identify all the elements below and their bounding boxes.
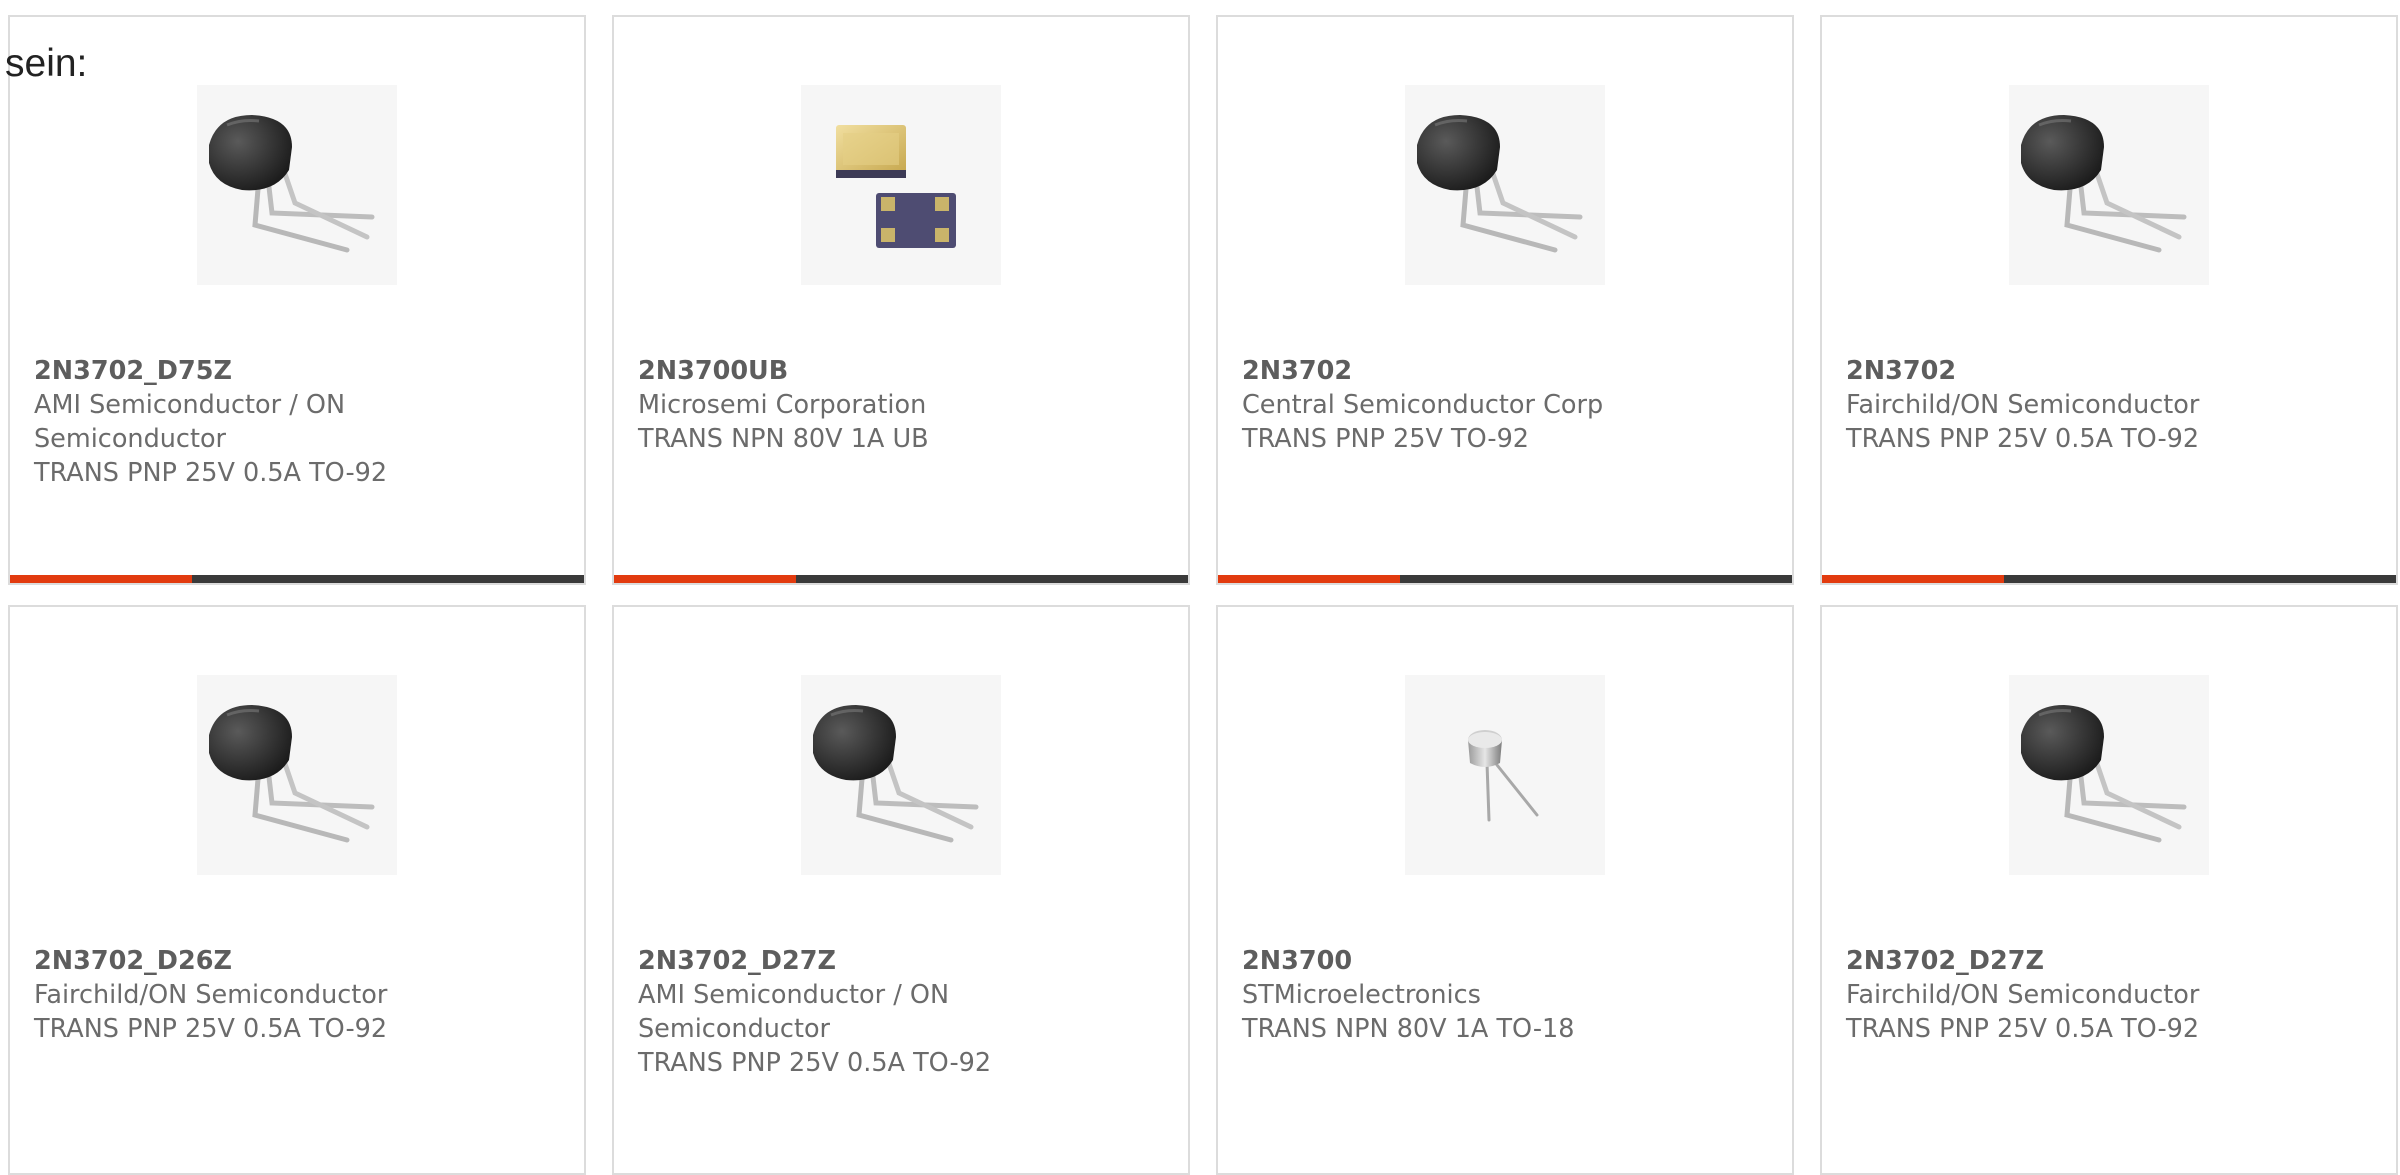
product-card[interactable]: 2N3700 STMicroelectronics TRANS NPN 80V … bbox=[1216, 605, 1794, 1175]
manufacturer: AMI Semiconductor / ON Semiconductor bbox=[34, 390, 346, 454]
product-info: 2N3702_D27Z AMI Semiconductor / ON Semic… bbox=[638, 944, 1078, 1080]
product-info: 2N3702 Fairchild/ON Semiconductor TRANS … bbox=[1846, 354, 2286, 456]
part-number[interactable]: 2N3700 bbox=[1242, 944, 1682, 978]
manufacturer: Central Semiconductor Corp bbox=[1242, 390, 1604, 420]
product-image[interactable] bbox=[801, 85, 1001, 285]
product-card[interactable]: 2N3702_D27Z AMI Semiconductor / ON Semic… bbox=[612, 605, 1190, 1175]
part-number[interactable]: 2N3702_D27Z bbox=[638, 944, 1078, 978]
product-grid: 2N3702_D75Z AMI Semiconductor / ON Semic… bbox=[8, 15, 2398, 1175]
part-number[interactable]: 2N3702 bbox=[1242, 354, 1682, 388]
product-card[interactable]: 2N3700UB Microsemi Corporation TRANS NPN… bbox=[612, 15, 1190, 585]
product-card[interactable]: 2N3702 Fairchild/ON Semiconductor TRANS … bbox=[1820, 15, 2398, 585]
to92-transistor-icon bbox=[2009, 675, 2209, 875]
manufacturer: Fairchild/ON Semiconductor bbox=[1846, 980, 2200, 1010]
to92-transistor-icon bbox=[197, 85, 397, 285]
page-heading-fragment: sein: bbox=[5, 42, 88, 85]
manufacturer: AMI Semiconductor / ON Semiconductor bbox=[638, 980, 950, 1044]
manufacturer: Fairchild/ON Semiconductor bbox=[34, 980, 388, 1010]
product-card[interactable]: 2N3702_D26Z Fairchild/ON Semiconductor T… bbox=[8, 605, 586, 1175]
description: TRANS NPN 80V 1A TO-18 bbox=[1242, 1014, 1575, 1044]
product-card[interactable]: 2N3702_D27Z Fairchild/ON Semiconductor T… bbox=[1820, 605, 2398, 1175]
to18-transistor-icon bbox=[1405, 675, 1605, 875]
part-number[interactable]: 2N3702_D27Z bbox=[1846, 944, 2286, 978]
product-info: 2N3700UB Microsemi Corporation TRANS NPN… bbox=[638, 354, 1078, 456]
product-image[interactable] bbox=[197, 85, 397, 285]
description: TRANS PNP 25V 0.5A TO-92 bbox=[1846, 424, 2200, 454]
product-info: 2N3702 Central Semiconductor Corp TRANS … bbox=[1242, 354, 1682, 456]
product-info: 2N3702_D27Z Fairchild/ON Semiconductor T… bbox=[1846, 944, 2286, 1046]
smd-package-icon bbox=[801, 85, 1001, 285]
product-image[interactable] bbox=[801, 675, 1001, 875]
part-number[interactable]: 2N3702 bbox=[1846, 354, 2286, 388]
product-card[interactable]: 2N3702_D75Z AMI Semiconductor / ON Semic… bbox=[8, 15, 586, 585]
product-card[interactable]: 2N3702 Central Semiconductor Corp TRANS … bbox=[1216, 15, 1794, 585]
product-image[interactable] bbox=[1405, 675, 1605, 875]
part-number[interactable]: 2N3700UB bbox=[638, 354, 1078, 388]
accent-segment bbox=[10, 575, 192, 583]
product-info: 2N3702_D26Z Fairchild/ON Semiconductor T… bbox=[34, 944, 474, 1046]
description: TRANS PNP 25V 0.5A TO-92 bbox=[34, 1014, 388, 1044]
to92-transistor-icon bbox=[197, 675, 397, 875]
to92-transistor-icon bbox=[2009, 85, 2209, 285]
product-info: 2N3702_D75Z AMI Semiconductor / ON Semic… bbox=[34, 354, 474, 490]
card-accent-bar bbox=[614, 575, 1188, 583]
part-number[interactable]: 2N3702_D26Z bbox=[34, 944, 474, 978]
description: TRANS PNP 25V 0.5A TO-92 bbox=[34, 458, 388, 488]
description: TRANS PNP 25V 0.5A TO-92 bbox=[1846, 1014, 2200, 1044]
accent-segment bbox=[1218, 575, 1400, 583]
accent-segment bbox=[1822, 575, 2004, 583]
manufacturer: STMicroelectronics bbox=[1242, 980, 1481, 1010]
card-accent-bar bbox=[10, 575, 584, 583]
to92-transistor-icon bbox=[1405, 85, 1605, 285]
description: TRANS PNP 25V 0.5A TO-92 bbox=[638, 1048, 992, 1078]
description: TRANS NPN 80V 1A UB bbox=[638, 424, 929, 454]
to92-transistor-icon bbox=[801, 675, 1001, 875]
manufacturer: Fairchild/ON Semiconductor bbox=[1846, 390, 2200, 420]
product-image[interactable] bbox=[197, 675, 397, 875]
product-image[interactable] bbox=[2009, 675, 2209, 875]
card-accent-bar bbox=[1822, 575, 2396, 583]
part-number[interactable]: 2N3702_D75Z bbox=[34, 354, 474, 388]
product-info: 2N3700 STMicroelectronics TRANS NPN 80V … bbox=[1242, 944, 1682, 1046]
accent-segment bbox=[614, 575, 796, 583]
product-image[interactable] bbox=[2009, 85, 2209, 285]
description: TRANS PNP 25V TO-92 bbox=[1242, 424, 1530, 454]
manufacturer: Microsemi Corporation bbox=[638, 390, 927, 420]
product-image[interactable] bbox=[1405, 85, 1605, 285]
card-accent-bar bbox=[1218, 575, 1792, 583]
